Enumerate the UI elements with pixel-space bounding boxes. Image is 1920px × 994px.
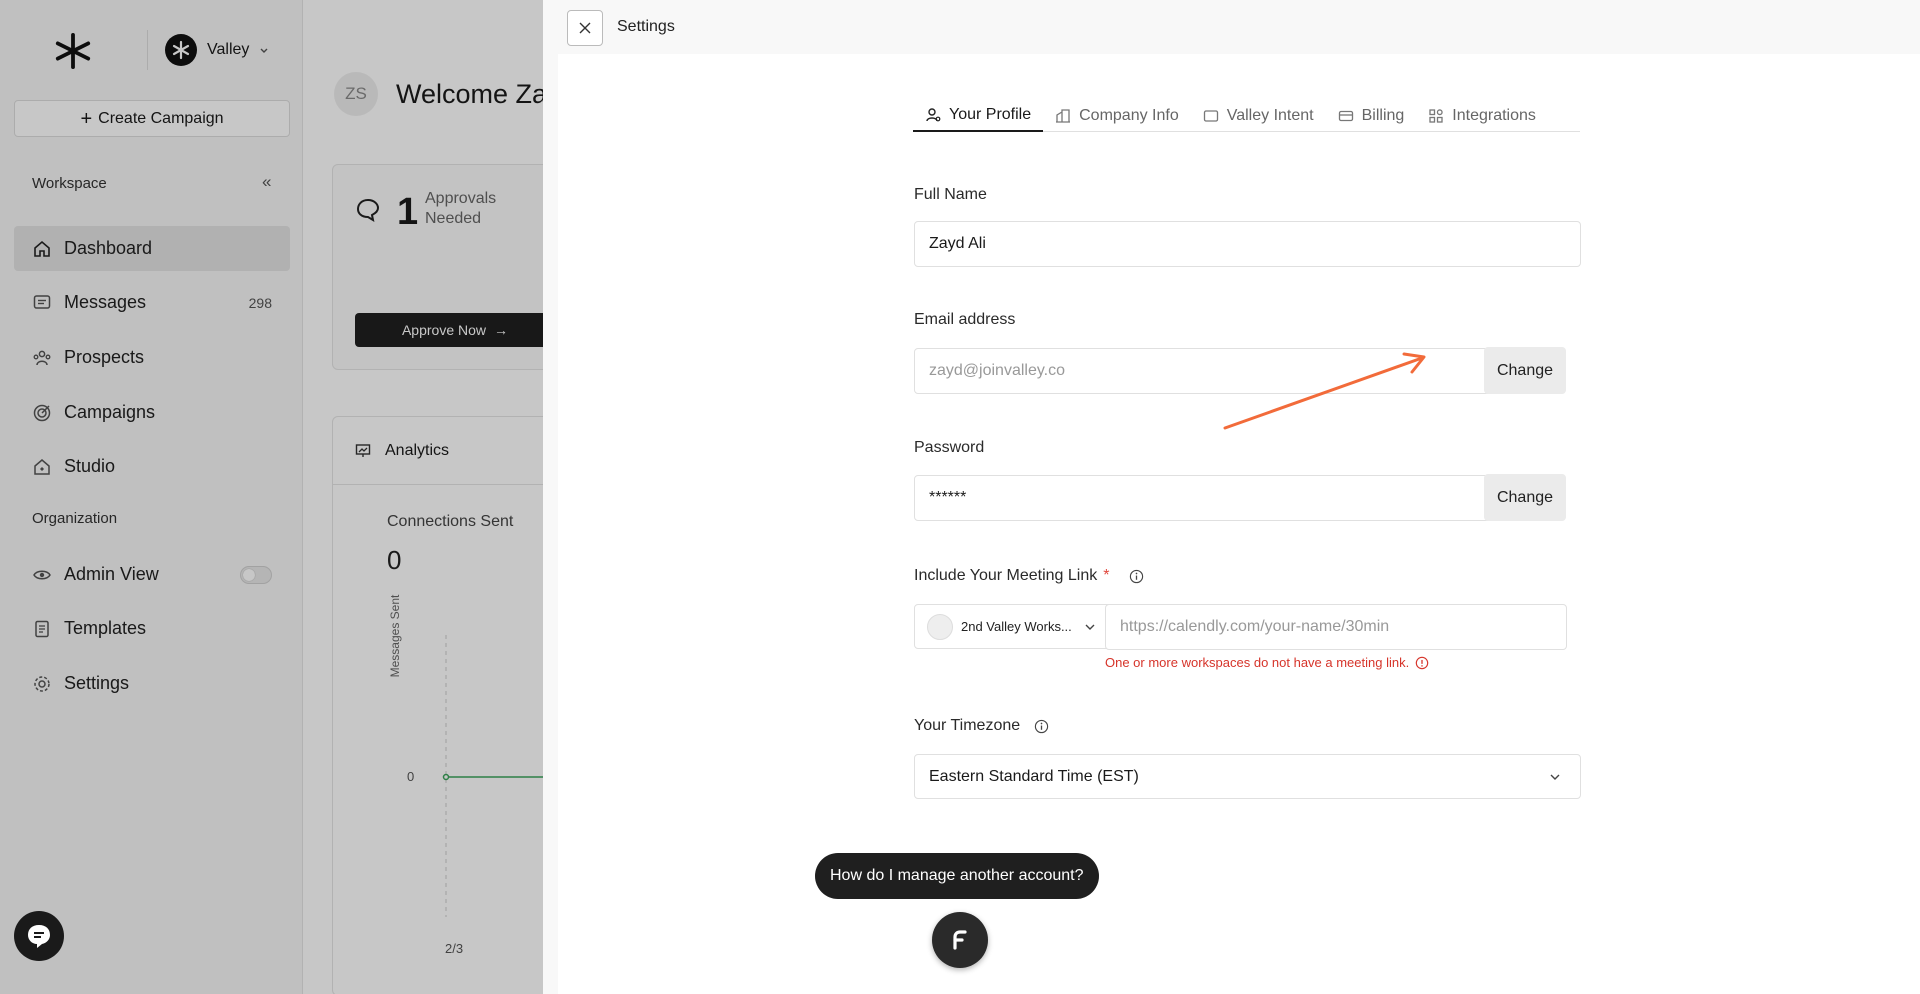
close-icon: [579, 22, 591, 34]
meeting-link-label: Include Your Meeting Link: [914, 567, 1098, 584]
password-field[interactable]: ******: [914, 475, 1492, 521]
timezone-select[interactable]: Eastern Standard Time (EST): [914, 754, 1581, 799]
annotation-arrow-icon: [1223, 352, 1426, 430]
tab-label: Company Info: [1079, 107, 1179, 124]
chevron-down-icon: [1085, 624, 1095, 630]
tab-valley-intent[interactable]: Valley Intent: [1191, 100, 1326, 132]
tab-integrations[interactable]: Integrations: [1416, 100, 1548, 132]
settings-panel: Settings Your Profile Company Info Valle…: [543, 0, 1920, 994]
tab-label: Valley Intent: [1226, 107, 1314, 124]
card-icon: [1338, 110, 1353, 122]
assistant-logo-icon: [953, 930, 967, 950]
info-icon[interactable]: [1129, 569, 1144, 584]
timezone-value: Eastern Standard Time (EST): [929, 767, 1139, 785]
password-label: Password: [914, 439, 985, 456]
close-button[interactable]: [567, 10, 603, 46]
tab-label: Billing: [1361, 107, 1405, 124]
help-assistant-button[interactable]: [932, 912, 988, 968]
chat-launcher-button[interactable]: [14, 911, 64, 961]
settings-body: Your Profile Company Info Valley Intent …: [558, 54, 1920, 994]
change-email-button[interactable]: Change: [1484, 347, 1566, 394]
workspace-select-value: 2nd Valley Works...: [961, 619, 1072, 634]
email-label: Email address: [914, 311, 1016, 328]
change-password-button[interactable]: Change: [1484, 474, 1566, 521]
chevron-down-icon: [1550, 774, 1560, 780]
meeting-link-label-row: Include Your Meeting Link *: [914, 567, 1144, 585]
info-icon[interactable]: [1034, 719, 1049, 734]
error-info-icon: [1415, 656, 1429, 669]
meeting-link-error: One or more workspaces do not have a mee…: [1105, 655, 1429, 670]
tab-label: Integrations: [1452, 107, 1536, 124]
workspace-select[interactable]: 2nd Valley Works...: [914, 604, 1112, 649]
building-icon: [1056, 109, 1071, 123]
modal-backdrop[interactable]: [0, 0, 543, 994]
user-icon: [926, 108, 941, 122]
tab-billing[interactable]: Billing: [1326, 100, 1417, 132]
meeting-link-input[interactable]: https://calendly.com/your-name/30min: [1105, 604, 1567, 650]
settings-tabs: Your Profile Company Info Valley Intent …: [913, 100, 1580, 132]
settings-title: Settings: [617, 18, 675, 35]
meeting-link-error-text: One or more workspaces do not have a mee…: [1105, 655, 1410, 670]
apps-icon: [1429, 109, 1443, 123]
workspace-mini-avatar: [927, 613, 953, 640]
required-mark: *: [1103, 567, 1110, 584]
window-icon: [1203, 110, 1218, 122]
help-suggestion-bubble[interactable]: How do I manage another account?: [815, 853, 1099, 899]
timezone-label-row: Your Timezone: [914, 717, 1049, 735]
full-name-field[interactable]: Zayd Ali: [914, 221, 1581, 267]
settings-header: Settings: [543, 0, 1920, 54]
tab-your-profile[interactable]: Your Profile: [913, 100, 1044, 132]
tab-label: Your Profile: [949, 106, 1032, 123]
chat-icon: [28, 925, 50, 948]
full-name-label: Full Name: [914, 186, 987, 203]
tab-company-info[interactable]: Company Info: [1043, 100, 1191, 132]
timezone-label: Your Timezone: [914, 717, 1021, 734]
